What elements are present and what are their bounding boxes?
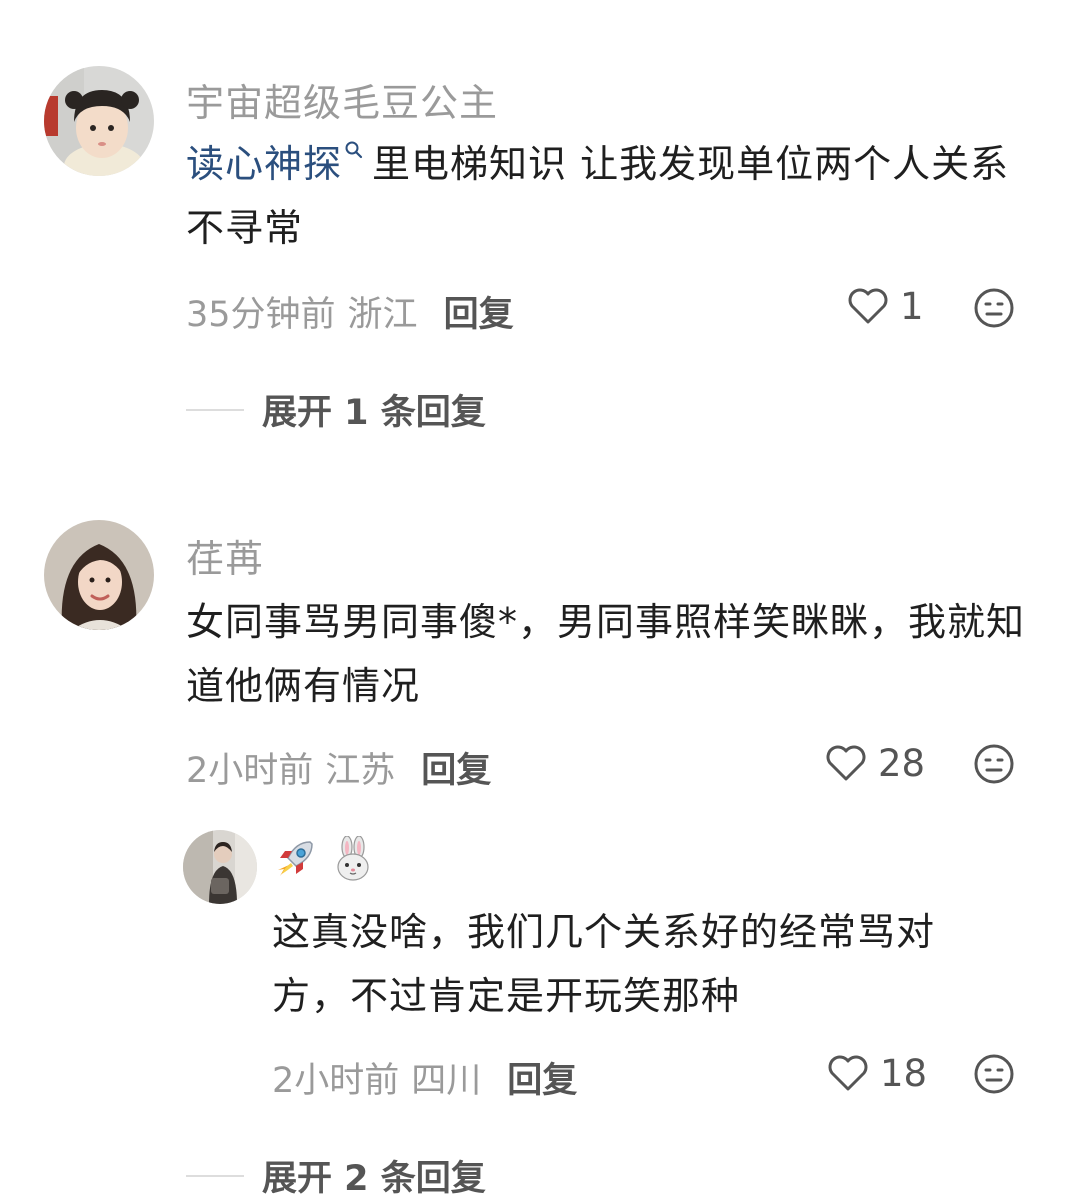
reply-time: 2小时前 (272, 1061, 400, 1101)
search-icon[interactable] (344, 140, 364, 160)
reply-button[interactable]: 回复 (421, 742, 491, 793)
like-count: 28 (878, 741, 926, 785)
reply-button[interactable]: 回复 (507, 1052, 577, 1103)
comment-content: 女同事骂男同事傻*，男同事照样笑眯眯，我就知道他俩有情况 (186, 600, 1026, 708)
avatar-girl-image (44, 66, 154, 176)
expand-replies-button[interactable]: 展开 1 条回复 (186, 384, 486, 435)
dislike-face-icon[interactable] (973, 287, 1015, 329)
avatar[interactable] (44, 66, 154, 176)
reply-content: 这真没啥，我们几个关系好的经常骂对方，不过肯定是开玩笑那种 (272, 910, 936, 1018)
like-button[interactable]: 28 (824, 741, 925, 785)
dislike-face-icon[interactable] (973, 1053, 1015, 1095)
reply-username-emojis[interactable] (272, 836, 376, 882)
like-button[interactable]: 1 (846, 284, 924, 328)
search-keyword-link[interactable]: 读心神探 (186, 142, 342, 186)
comment-location: 浙江 (347, 295, 418, 335)
reply-location: 四川 (411, 1061, 482, 1101)
comment-username[interactable]: 荏苒 (186, 528, 264, 583)
comment-content: 读心神探 里电梯知识 让我发现单位两个人关系不寻常 (186, 132, 1046, 260)
comment-time: 35分钟前 (186, 295, 336, 335)
expand-replies-label: 展开 2 条回复 (262, 1159, 486, 1196)
dislike-face-icon[interactable] (973, 743, 1015, 785)
like-count: 18 (880, 1051, 928, 1095)
comment-username[interactable]: 宇宙超级毛豆公主 (186, 72, 498, 127)
divider-line (186, 408, 244, 411)
divider-line (186, 1174, 244, 1177)
comment-time: 2小时前 (186, 751, 314, 791)
reply-avatar[interactable] (183, 830, 257, 904)
rocket-emoji-icon (278, 841, 313, 876)
avatar[interactable] (44, 520, 154, 630)
like-button[interactable]: 18 (826, 1051, 927, 1095)
comment-meta: 2小时前 江苏 回复 (186, 742, 491, 793)
comment-location: 江苏 (325, 751, 396, 791)
like-count: 1 (900, 284, 924, 328)
expand-replies-button[interactable]: 展开 2 条回复 (186, 1150, 486, 1196)
avatar-person-image (183, 830, 257, 904)
expand-replies-label: 展开 1 条回复 (262, 393, 486, 433)
reply-meta: 2小时前 四川 回复 (272, 1052, 577, 1103)
rabbit-emoji-icon (337, 836, 369, 881)
reply-button[interactable]: 回复 (444, 286, 514, 337)
heart-icon (848, 288, 888, 324)
heart-icon (828, 1055, 868, 1091)
heart-icon (826, 745, 866, 781)
comment-meta: 35分钟前 浙江 回复 (186, 286, 514, 337)
avatar-woman-image (44, 520, 154, 630)
